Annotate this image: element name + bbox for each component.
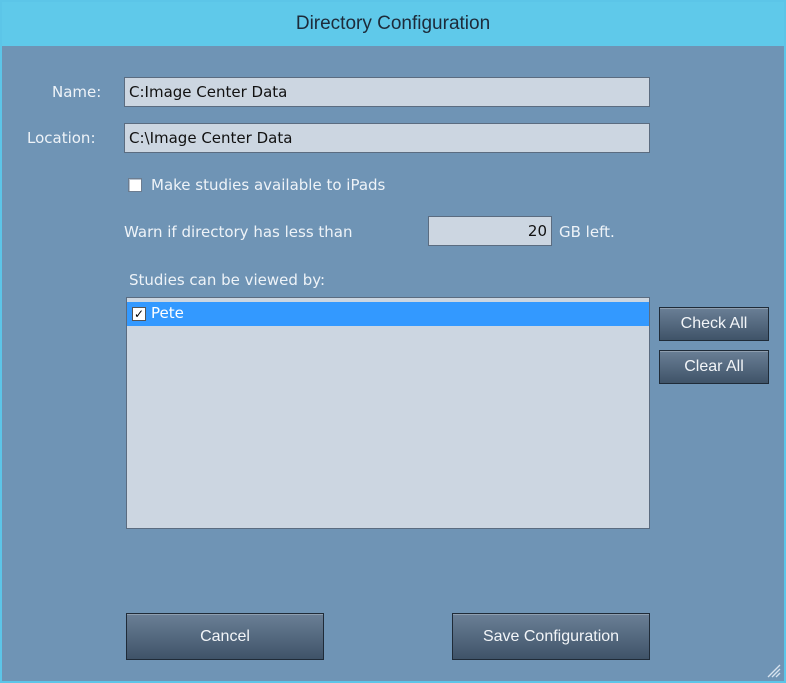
cancel-button[interactable]: Cancel xyxy=(126,613,324,660)
viewer-name: Pete xyxy=(151,304,184,322)
resize-grip-icon[interactable] xyxy=(765,662,781,678)
window-title: Directory Configuration xyxy=(295,13,491,34)
title-bar[interactable]: Directory Configuration xyxy=(2,2,784,46)
directory-configuration-window: Directory Configuration Name: C:Image Ce… xyxy=(0,0,786,683)
viewer-checkbox[interactable]: ✓ xyxy=(132,307,146,321)
name-label: Name: xyxy=(52,83,102,101)
viewers-label: Studies can be viewed by: xyxy=(129,271,326,289)
list-item[interactable]: ✓ Pete xyxy=(127,302,649,326)
save-configuration-button[interactable]: Save Configuration xyxy=(452,613,650,660)
location-input[interactable]: C:\Image Center Data xyxy=(124,123,650,153)
clear-all-button[interactable]: Clear All xyxy=(659,350,769,384)
name-input[interactable]: C:Image Center Data xyxy=(124,77,650,107)
warn-label: Warn if directory has less than xyxy=(124,223,353,241)
check-all-button[interactable]: Check All xyxy=(659,307,769,341)
warn-threshold-input[interactable]: 20 xyxy=(428,216,552,246)
warn-units-label: GB left. xyxy=(559,223,615,241)
location-label: Location: xyxy=(27,129,96,147)
viewers-list[interactable]: ✓ Pete xyxy=(126,297,650,529)
ipad-checkbox[interactable] xyxy=(128,178,142,192)
ipad-checkbox-label: Make studies available to iPads xyxy=(151,176,386,194)
